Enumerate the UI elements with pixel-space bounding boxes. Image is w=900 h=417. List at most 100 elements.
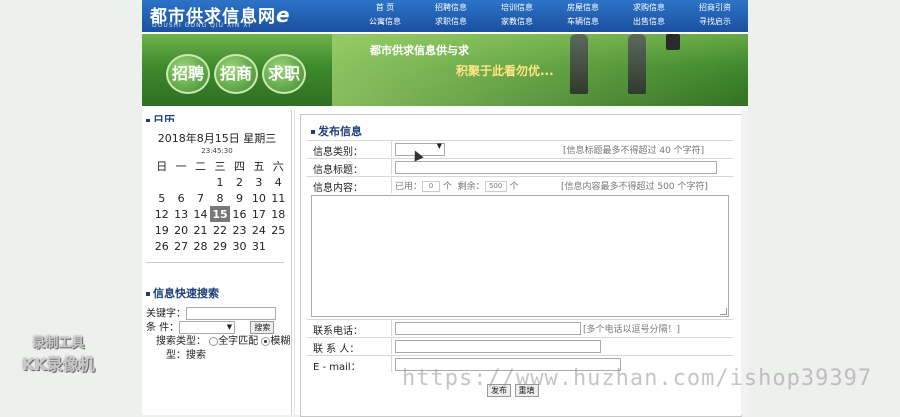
banner-figure-2 [628,34,646,94]
condition-select[interactable]: ▼ [179,321,236,334]
email-label: E - mail： [313,362,361,373]
nav-link-lost-found[interactable]: 寻找启示 [682,15,748,29]
calendar-day[interactable] [171,174,190,190]
calendar-day[interactable]: 23 [230,222,249,238]
calendar-day[interactable]: 3 [249,174,268,190]
row-separator [391,320,392,336]
nav-link-jobs[interactable]: 招聘信息 [418,1,484,15]
calendar-day[interactable]: 22 [210,222,230,238]
calendar-day[interactable]: 27 [171,238,190,254]
nav-link-tutor[interactable]: 家教信息 [484,15,550,29]
radio-exact-match[interactable] [209,336,219,346]
calendar-day[interactable]: 13 [171,206,190,222]
calendar-day[interactable]: 17 [249,206,268,222]
weekday-sun: 日 [156,160,168,173]
site-logo[interactable]: 都市供求信息网e DOUSHI GONG QIU XIN XI [150,2,290,29]
calendar-day[interactable]: 4 [269,174,288,190]
calendar-day[interactable] [191,174,210,190]
calendar-day[interactable]: 1 [210,174,230,190]
contact-label: 联 系 人： [313,344,360,355]
calendar-day[interactable]: 30 [230,238,249,254]
subject-row: 信息标题： [307,158,733,176]
row-separator [391,338,392,354]
nav-link-vehicle[interactable]: 车辆信息 [550,15,616,29]
remaining-count: 500 [484,181,507,192]
bullet-icon [311,130,315,134]
calendar-day[interactable]: 18 [269,206,288,222]
nav-link-housing[interactable]: 房屋信息 [550,1,616,15]
nav-link-buy[interactable]: 求购信息 [616,1,682,15]
calendar-divider [146,262,284,263]
content-textarea[interactable] [311,195,729,317]
calendar-day[interactable]: 20 [171,222,190,238]
calendar-day[interactable]: 5 [152,190,171,206]
banner-recruit-button[interactable]: 招聘 [166,54,210,94]
calendar-day[interactable]: 29 [210,238,230,254]
calendar-day[interactable]: 8 [210,190,230,206]
banner-slogan-line2: 积聚于此看勿优... [456,64,554,78]
nav-link-training[interactable]: 培训信息 [484,1,550,15]
weekday-thu: 四 [233,160,245,173]
contact-input[interactable] [395,340,601,353]
nav-link-investment[interactable]: 招商引资 [682,1,748,15]
calendar-weekday-row: 日 一 二 三 四 五 六 [152,158,288,174]
top-nav: 首 页 招聘信息 培训信息 房屋信息 求购信息 招商引资 公寓信息 求职信息 家… [352,1,748,29]
nav-row-1: 首 页 招聘信息 培训信息 房屋信息 求购信息 招商引资 [352,1,748,15]
weekday-sat: 六 [272,160,284,173]
calendar-date: 2018年8月15日 星期三 [157,132,277,145]
used-label: 已用： [395,182,423,192]
exact-match-label: 全字匹配 [218,336,259,347]
quick-search-title: 信息快速搜索 [146,285,290,301]
weekday-tue: 二 [195,160,207,173]
banner-investment-button[interactable]: 招商 [214,54,258,94]
search-type-label-2: 型：搜索 [166,350,206,361]
calendar-day[interactable]: 21 [191,222,210,238]
calendar-day[interactable] [152,174,171,190]
nav-link-home[interactable]: 首 页 [352,1,418,15]
header-bar: 都市供求信息网e DOUSHI GONG QIU XIN XI 首 页 招聘信息… [142,0,748,32]
subject-input[interactable] [395,161,717,174]
keyword-input[interactable] [186,307,276,320]
form-title-text: 发布信息 [318,125,362,138]
calendar-widget: 2018年8月15日 星期三 23:45:30 日 一 二 三 四 五 六 1 [146,122,288,263]
recorder-line2: KK录像机 [22,355,95,374]
calendar-day[interactable]: 2 [230,174,249,190]
calendar-day-today[interactable]: 15 [210,206,230,222]
calendar-day[interactable]: 24 [249,222,268,238]
calendar-day[interactable]: 14 [191,206,210,222]
calendar-day[interactable]: 25 [269,222,288,238]
calendar-day[interactable]: 12 [152,206,171,222]
calendar-day[interactable]: 16 [230,206,249,222]
banner-job-seek-button[interactable]: 求职 [262,54,306,94]
phone-hint: [多个电话以逗号分隔！] [583,325,681,335]
calendar-day[interactable]: 11 [269,190,288,206]
calendar-day[interactable] [269,238,288,254]
calendar-day[interactable]: 6 [171,190,190,206]
nav-link-apartment[interactable]: 公寓信息 [352,15,418,29]
calendar-day[interactable]: 19 [152,222,171,238]
row-separator [391,159,392,175]
phone-input[interactable] [395,322,581,335]
calendar-day[interactable]: 7 [191,190,210,206]
calendar-day[interactable]: 10 [249,190,268,206]
content-label: 信息内容： [313,183,363,194]
resize-grip-icon[interactable] [720,308,727,315]
nav-link-job-seeking[interactable]: 求职信息 [418,15,484,29]
condition-row: 条 件： ▼ 搜索 [146,321,290,335]
column-divider-inner [294,110,295,415]
nav-link-sell[interactable]: 出售信息 [616,15,682,29]
logo-suffix: e [276,3,290,27]
calendar-day[interactable]: 26 [152,238,171,254]
calendar-day[interactable]: 28 [191,238,210,254]
category-hint: [信息标题最多不得超过 40 个字符] [563,146,705,156]
phone-label: 联系电话： [313,326,363,337]
char-counter: 已用： 0 个 剩余： 500 个 [395,179,519,192]
calendar-day[interactable]: 31 [249,238,268,254]
banner: 招聘 招商 求职 都市供求信息供与求 积聚于此看勿优... [142,34,748,106]
search-button[interactable]: 搜索 [250,321,275,334]
url-watermark: https://www.huzhan.com/ishop39397 [402,366,873,391]
content-row: 信息内容： 已用： 0 个 剩余： 500 个 [信息内容最多不得超过 500 个字… [307,176,733,194]
search-type-row: 搜索类型： 全字匹配 模糊 [156,335,290,349]
nav-row-2: 公寓信息 求职信息 家教信息 车辆信息 出售信息 寻找启示 [352,15,748,29]
calendar-day[interactable]: 9 [230,190,249,206]
